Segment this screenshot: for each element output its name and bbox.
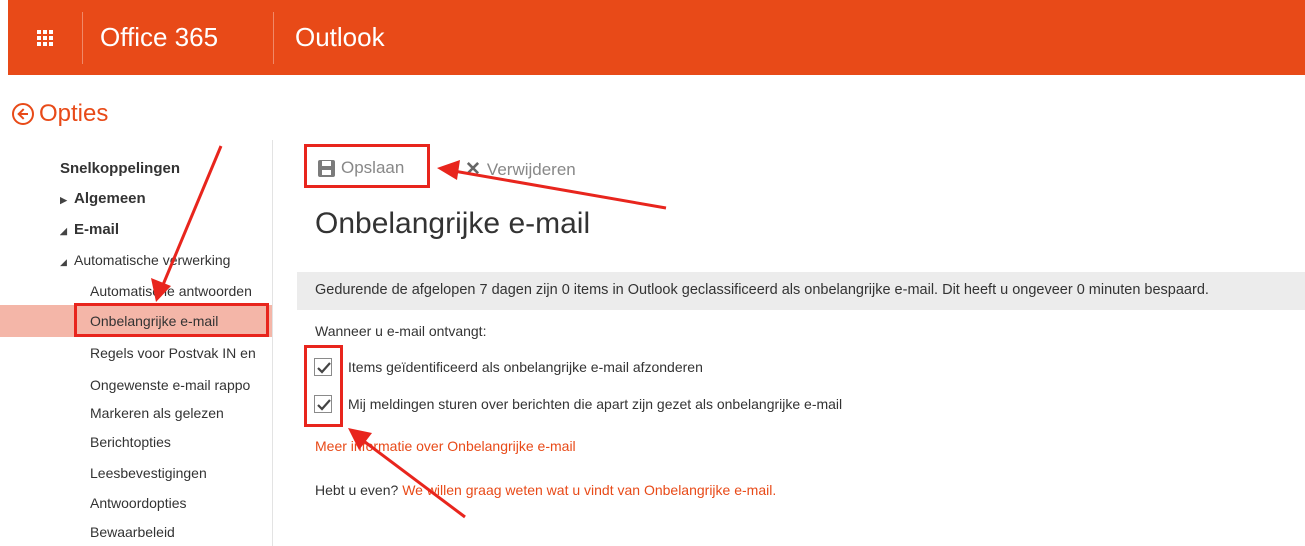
- sidebar-item-email[interactable]: ◢ E-mail: [60, 221, 119, 238]
- sidebar-item-label: Automatische verwerking: [74, 252, 231, 268]
- app-name[interactable]: Outlook: [295, 0, 385, 75]
- back-arrow-icon: [12, 103, 34, 125]
- sidebar-item-label: E-mail: [74, 221, 120, 238]
- suite-header: Office 365 Outlook: [8, 0, 1305, 75]
- caret-right-icon: ▶: [60, 195, 67, 205]
- sidebar-item-bewaarbeleid[interactable]: Bewaarbeleid: [90, 524, 272, 540]
- sidebar-item-antwoordopties[interactable]: Antwoordopties: [90, 495, 272, 511]
- options-title: Opties: [39, 100, 109, 127]
- sidebar-item-onbelangrijke-email[interactable]: Onbelangrijke e-mail: [0, 305, 272, 337]
- notify-checkbox[interactable]: [314, 395, 332, 413]
- checkbox-label: Mij meldingen sturen over berichten die …: [348, 396, 843, 412]
- when-label: Wanneer u e-mail ontvangt:: [315, 323, 487, 339]
- sidebar-item-regels-postvak-in[interactable]: Regels voor Postvak IN en: [90, 345, 272, 361]
- sidebar-item-markeren-als-gelezen[interactable]: Markeren als gelezen: [90, 405, 272, 421]
- sidebar-item-automatische-antwoorden[interactable]: Automatische antwoorden: [90, 283, 272, 299]
- caret-down-icon: ◢: [60, 226, 67, 236]
- header-divider: [82, 12, 83, 64]
- feedback-prefix: Hebt u even?: [315, 482, 399, 498]
- sidebar-item-automatische-verwerking[interactable]: ◢ Automatische verwerking: [60, 252, 272, 268]
- save-button[interactable]: Opslaan: [318, 158, 404, 178]
- annotation-arrow-head: [437, 160, 460, 180]
- info-text: Gedurende de afgelopen 7 dagen zijn 0 it…: [315, 282, 1209, 298]
- info-bar: Gedurende de afgelopen 7 dagen zijn 0 it…: [297, 272, 1305, 310]
- checkbox-label: Items geïdentificeerd als onbelangrijke …: [348, 359, 703, 375]
- page-title: Onbelangrijke e-mail: [315, 207, 591, 240]
- sidebar-divider: [272, 140, 273, 546]
- suite-name[interactable]: Office 365: [100, 0, 218, 75]
- feedback-link[interactable]: We willen graag weten wat u vindt van On…: [402, 482, 776, 498]
- sidebar-item-snelkoppelingen[interactable]: Snelkoppelingen: [60, 160, 180, 177]
- caret-down-icon: ◢: [60, 257, 67, 267]
- sidebar-item-leesbevestigingen[interactable]: Leesbevestigingen: [90, 465, 272, 481]
- delete-button-label: Verwijderen: [486, 159, 576, 179]
- delete-button[interactable]: ✕ Verwijderen: [465, 158, 576, 181]
- separate-junk-checkbox[interactable]: [314, 358, 332, 376]
- header-divider: [273, 12, 274, 64]
- more-info-link[interactable]: Meer informatie over Onbelangrijke e-mai…: [315, 438, 576, 454]
- sidebar-item-algemeen[interactable]: ▶ Algemeen: [60, 190, 146, 207]
- checkmark-icon: [317, 362, 331, 374]
- sidebar-item-berichtopties[interactable]: Berichtopties: [90, 434, 272, 450]
- app-launcher-button[interactable]: [8, 0, 82, 75]
- close-icon: ✕: [465, 159, 481, 180]
- options-back-link[interactable]: Opties: [12, 100, 108, 128]
- feedback-text: Hebt u even? We willen graag weten wat u…: [315, 482, 776, 498]
- sidebar-item-ongewenste-email[interactable]: Ongewenste e-mail rappo: [90, 377, 272, 393]
- sidebar-item-label: Algemeen: [74, 190, 146, 207]
- waffle-icon: [37, 29, 53, 46]
- save-button-label: Opslaan: [341, 158, 405, 177]
- checkmark-icon: [317, 399, 331, 411]
- save-icon: [318, 159, 335, 177]
